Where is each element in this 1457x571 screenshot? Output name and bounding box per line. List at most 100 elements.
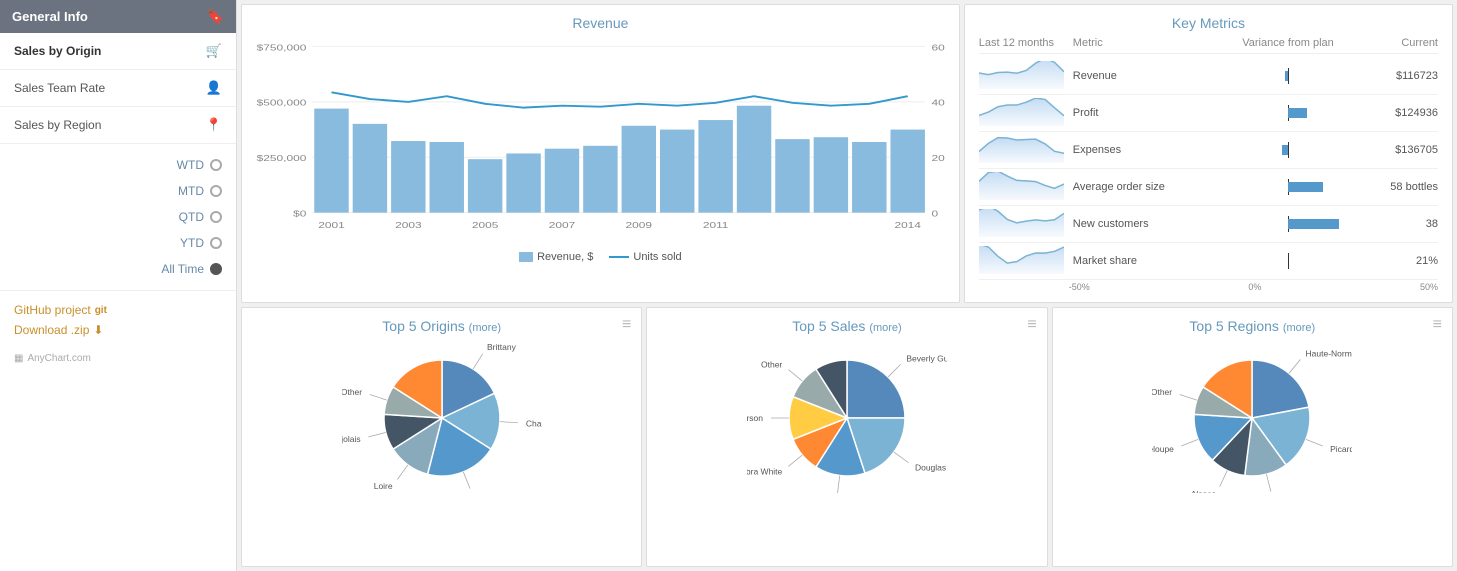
metric-bar-area [1208, 68, 1368, 84]
cart-icon: 🛒 [206, 43, 222, 59]
sidebar-item-label: Sales by Origin [14, 44, 101, 58]
origins-menu-icon[interactable]: ≡ [622, 316, 631, 334]
svg-text:Other: Other [1152, 387, 1172, 397]
col-current: Current [1368, 37, 1438, 49]
metric-axis [1288, 253, 1289, 269]
legend-line-label: Units sold [633, 251, 681, 263]
metrics-rows: Revenue $116723 Profit $124936 Expenses [979, 58, 1438, 280]
svg-text:Haute-Normandie: Haute-Normandie [1306, 348, 1352, 358]
sales-menu-icon[interactable]: ≡ [1027, 316, 1036, 334]
pin-icon: 📍 [206, 117, 222, 133]
legend-line-color [609, 256, 629, 258]
regions-pie-svg: Haute-NormandiePicardieLoireAlsaceGuadel… [1152, 343, 1352, 493]
metric-name: Market share [1069, 255, 1208, 267]
origins-more[interactable]: (more) [469, 322, 501, 334]
metric-name: Average order size [1069, 181, 1208, 193]
sidebar: General Info 🔖 Sales by Origin 🛒 Sales T… [0, 0, 237, 571]
sidebar-item-label: Sales Team Rate [14, 81, 105, 95]
legend-bar-label: Revenue, $ [537, 251, 593, 263]
download-link[interactable]: Download .zip ⬇ [14, 323, 222, 337]
chart-icon: ▦ [14, 353, 23, 364]
regions-more[interactable]: (more) [1283, 322, 1315, 334]
download-icon: ⬇ [93, 323, 103, 337]
period-ytd[interactable]: YTD [0, 230, 236, 256]
svg-text:Other: Other [342, 387, 362, 397]
revenue-title: Revenue [256, 15, 945, 31]
radio-mtd [210, 185, 222, 197]
axis-label-neg50: -50% [1069, 282, 1090, 292]
sales-pie-area: Beverly GutierrezDouglas LopezBilly Oliv… [661, 340, 1032, 495]
metric-value: $116723 [1368, 70, 1438, 82]
period-label: YTD [180, 236, 204, 250]
sidebar-header: General Info 🔖 [0, 0, 236, 33]
period-label: WTD [177, 158, 204, 172]
user-icon: 👤 [206, 80, 222, 96]
svg-text:Brittany: Brittany [487, 343, 517, 352]
sidebar-item-sales-origin[interactable]: Sales by Origin 🛒 [0, 33, 236, 70]
github-link[interactable]: GitHub project git [14, 303, 222, 317]
revenue-chart-area: $750,000 $500,000 $250,000 $0 600 400 20… [256, 37, 945, 247]
legend-line-item: Units sold [609, 251, 681, 263]
github-link-label: GitHub project [14, 303, 91, 317]
metrics-title: Key Metrics [979, 15, 1438, 31]
metric-row: New customers 38 [979, 206, 1438, 243]
svg-text:Douglas Lopez: Douglas Lopez [915, 462, 947, 472]
metric-bar-pos [1288, 219, 1339, 229]
sparkline [979, 61, 1069, 91]
period-label: All Time [161, 262, 204, 276]
svg-text:0: 0 [932, 210, 939, 219]
main-content: Revenue $750,000 $500,000 $250,000 $0 60… [237, 0, 1457, 571]
period-mtd[interactable]: MTD [0, 178, 236, 204]
sidebar-title: General Info [12, 9, 88, 24]
metric-axis [1288, 68, 1289, 84]
metric-bar-pos [1288, 108, 1307, 118]
metric-bar-neg [1282, 145, 1288, 155]
period-wtd[interactable]: WTD [0, 152, 236, 178]
svg-text:2009: 2009 [626, 221, 653, 230]
svg-text:Other: Other [761, 359, 782, 369]
radio-alltime [210, 263, 222, 275]
svg-text:Languedoc-Roussillon: Languedoc-Roussillon [473, 491, 542, 493]
sidebar-item-sales-region[interactable]: Sales by Region 📍 [0, 107, 236, 144]
radio-wtd [210, 159, 222, 171]
top-row: Revenue $750,000 $500,000 $250,000 $0 60… [241, 4, 1453, 303]
svg-text:Beverly Gutierrez: Beverly Gutierrez [906, 353, 947, 363]
metric-row: Market share 21% [979, 243, 1438, 280]
svg-text:2003: 2003 [395, 221, 422, 230]
bottom-row: Top 5 Origins (more) ≡ BrittanyChampagne… [241, 307, 1453, 567]
sidebar-item-sales-team[interactable]: Sales Team Rate 👤 [0, 70, 236, 107]
axis-label-pos50: 50% [1420, 282, 1438, 292]
sales-pie-svg: Beverly GutierrezDouglas LopezBilly Oliv… [747, 343, 947, 493]
sales-more[interactable]: (more) [869, 322, 901, 334]
metric-row: Revenue $116723 [979, 58, 1438, 95]
period-label: MTD [178, 184, 204, 198]
svg-text:Picardie: Picardie [1330, 443, 1352, 453]
svg-text:Guadeloupe: Guadeloupe [1152, 443, 1174, 453]
svg-text:Alsace: Alsace [1191, 489, 1217, 493]
sparkline [979, 209, 1069, 239]
origins-pie-svg: BrittanyChampagneLanguedoc-RoussillonLoi… [342, 343, 542, 493]
period-qtd[interactable]: QTD [0, 204, 236, 230]
svg-text:400: 400 [932, 99, 945, 108]
metric-name: Profit [1069, 107, 1208, 119]
top5-origins-card: Top 5 Origins (more) ≡ BrittanyChampagne… [241, 307, 642, 567]
metric-row: Expenses $136705 [979, 132, 1438, 169]
sidebar-nav: Sales by Origin 🛒 Sales Team Rate 👤 Sale… [0, 33, 236, 144]
svg-text:Loire: Loire [373, 480, 392, 490]
period-alltime[interactable]: All Time [0, 256, 236, 282]
origins-pie-area: BrittanyChampagneLanguedoc-RoussillonLoi… [256, 340, 627, 495]
svg-text:200: 200 [932, 154, 945, 163]
metric-bar-pos [1288, 182, 1323, 192]
key-metrics-card: Key Metrics Last 12 months Metric Varian… [964, 4, 1453, 303]
svg-text:600: 600 [932, 44, 945, 53]
git-icon: git [95, 305, 107, 316]
svg-text:Debra White: Debra White [747, 466, 783, 476]
origins-title: Top 5 Origins (more) [256, 318, 627, 334]
regions-menu-icon[interactable]: ≡ [1433, 316, 1442, 334]
svg-text:Sara Larson: Sara Larson [747, 413, 763, 423]
metric-value: $124936 [1368, 107, 1438, 119]
radio-qtd [210, 211, 222, 223]
svg-text:$0: $0 [293, 210, 307, 219]
svg-text:Beaujolais: Beaujolais [342, 433, 361, 443]
sidebar-item-label: Sales by Region [14, 118, 101, 132]
